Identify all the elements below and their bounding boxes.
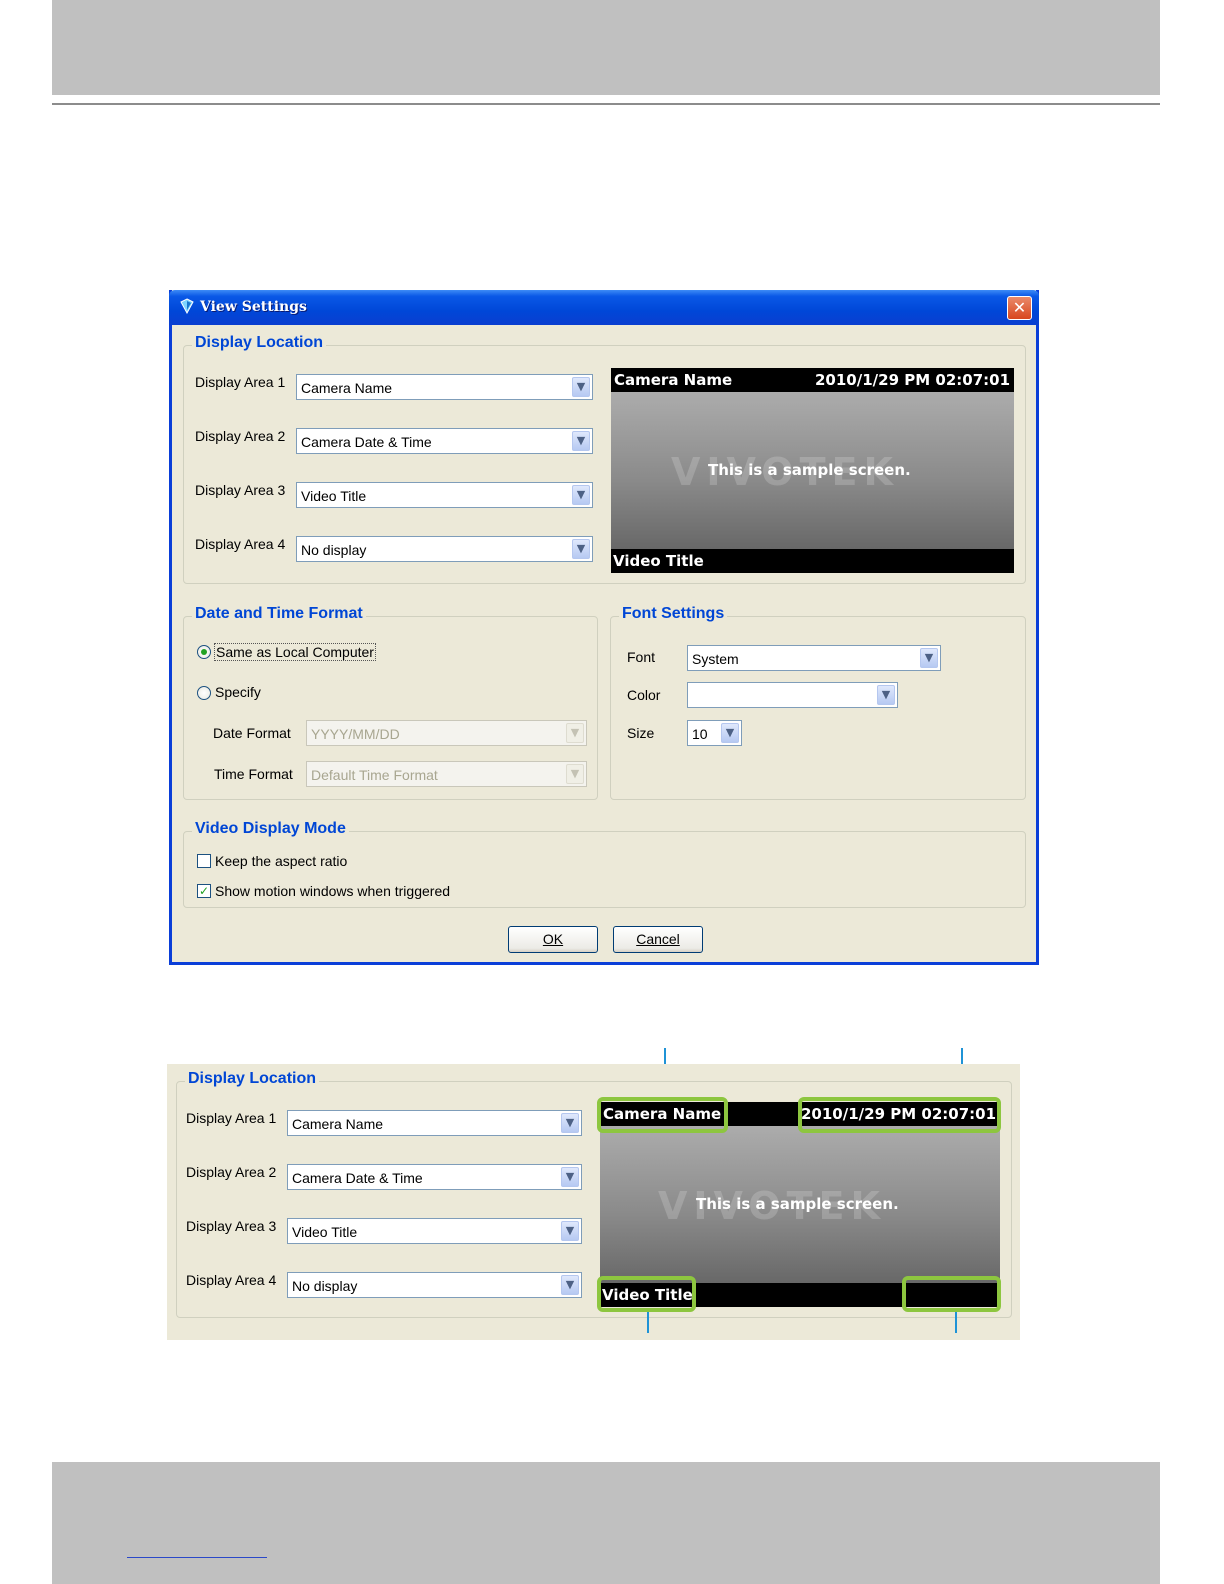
display-area-1-label: Display Area 1 xyxy=(195,374,286,390)
preview-video-title: Video Title xyxy=(613,552,704,570)
close-icon: ✕ xyxy=(1012,298,1027,317)
highlight-area-4 xyxy=(902,1276,1001,1312)
dialog-titlebar[interactable]: View Settings ✕ xyxy=(169,290,1039,325)
footer-link-underline[interactable] xyxy=(127,1557,267,1558)
date-format-label: Date Format xyxy=(213,725,291,741)
detail-display-location-title: Display Location xyxy=(185,1070,320,1088)
chevron-down-icon: ▼ xyxy=(572,431,590,451)
check-icon: ✓ xyxy=(198,884,210,898)
callout-line-area-4 xyxy=(955,1312,957,1333)
chevron-down-icon: ▼ xyxy=(572,377,590,397)
same-as-local-label[interactable]: Same as Local Computer xyxy=(214,643,376,661)
preview-datetime: 2010/1/29 PM 02:07:01 xyxy=(815,371,1010,389)
page-footer-band xyxy=(52,1462,1160,1584)
chevron-down-icon: ▼ xyxy=(572,539,590,559)
display-area-2-select[interactable]: Camera Date & Time ▼ xyxy=(296,428,593,454)
chevron-down-icon: ▼ xyxy=(572,485,590,505)
font-select[interactable]: System ▼ xyxy=(687,645,941,671)
display-area-4-select[interactable]: No display ▼ xyxy=(296,536,593,562)
detail-preview-sample-text: This is a sample screen. xyxy=(696,1195,899,1213)
date-time-format-group: Date and Time Format Same as Local Compu… xyxy=(183,605,598,800)
video-display-mode-group: Video Display Mode Keep the aspect ratio… xyxy=(183,820,1026,908)
color-label: Color xyxy=(627,687,661,703)
keep-aspect-checkbox[interactable] xyxy=(197,854,211,868)
display-area-3-label: Display Area 3 xyxy=(195,482,286,498)
chevron-down-icon: ▼ xyxy=(561,1221,579,1241)
display-area-2-label: Display Area 2 xyxy=(195,428,286,444)
time-format-select[interactable]: Default Time Format ▼ xyxy=(306,761,587,787)
display-location-group: Display Location Display Area 1 Camera N… xyxy=(183,334,1026,584)
cancel-button[interactable]: Cancel xyxy=(613,926,703,953)
chevron-down-icon: ▼ xyxy=(566,764,584,784)
chevron-down-icon: ▼ xyxy=(566,723,584,743)
keep-aspect-label[interactable]: Keep the aspect ratio xyxy=(215,853,347,869)
ok-button[interactable]: OK xyxy=(508,926,598,953)
app-shield-icon xyxy=(180,298,194,314)
detail-area-1-label: Display Area 1 xyxy=(186,1110,277,1126)
chevron-down-icon: ▼ xyxy=(561,1167,579,1187)
date-time-format-title: Date and Time Format xyxy=(192,605,366,623)
font-settings-title: Font Settings xyxy=(619,605,728,623)
detail-area-1-select[interactable]: Camera Name ▼ xyxy=(287,1110,582,1136)
show-motion-checkbox[interactable]: ✓ xyxy=(197,884,211,898)
chevron-down-icon: ▼ xyxy=(877,685,895,705)
detail-area-2-label: Display Area 2 xyxy=(186,1164,277,1180)
specify-label[interactable]: Specify xyxy=(215,684,261,700)
view-settings-dialog: View Settings ✕ Display Location Display… xyxy=(169,290,1039,965)
chevron-down-icon: ▼ xyxy=(561,1275,579,1295)
size-label: Size xyxy=(627,725,655,741)
chevron-down-icon: ▼ xyxy=(561,1113,579,1133)
callout-line-video-title xyxy=(647,1312,649,1333)
size-select[interactable]: 10 ▼ xyxy=(687,720,742,746)
display-location-title: Display Location xyxy=(192,334,327,352)
font-label: Font xyxy=(627,649,656,665)
display-preview: Camera Name 2010/1/29 PM 02:07:01 VIVOTE… xyxy=(611,368,1014,573)
detail-area-4-select[interactable]: No display ▼ xyxy=(287,1272,582,1298)
display-area-4-label: Display Area 4 xyxy=(195,536,286,552)
detail-area-4-label: Display Area 4 xyxy=(186,1272,277,1288)
header-rule xyxy=(52,103,1160,105)
detail-area-2-select[interactable]: Camera Date & Time ▼ xyxy=(287,1164,582,1190)
date-format-select[interactable]: YYYY/MM/DD ▼ xyxy=(306,720,587,746)
display-area-3-select[interactable]: Video Title ▼ xyxy=(296,482,593,508)
display-area-1-select[interactable]: Camera Name ▼ xyxy=(296,374,593,400)
chevron-down-icon: ▼ xyxy=(721,723,739,743)
specify-radio[interactable] xyxy=(197,686,211,700)
highlight-area-2 xyxy=(798,1097,1001,1133)
dialog-title: View Settings xyxy=(200,299,307,315)
same-as-local-radio[interactable] xyxy=(197,645,211,659)
detail-area-3-select[interactable]: Video Title ▼ xyxy=(287,1218,582,1244)
preview-camera-name: Camera Name xyxy=(614,371,733,389)
highlight-area-1 xyxy=(597,1097,728,1133)
close-button[interactable]: ✕ xyxy=(1007,296,1032,320)
display-location-detail-panel: Display Location Display Area 1 Camera N… xyxy=(167,1064,1020,1340)
font-settings-group: Font Settings Font System ▼ Color ▼ Size… xyxy=(610,605,1026,800)
page-header-band xyxy=(52,0,1160,95)
time-format-label: Time Format xyxy=(214,766,293,782)
detail-area-3-label: Display Area 3 xyxy=(186,1218,277,1234)
preview-sample-text: This is a sample screen. xyxy=(708,461,911,479)
color-select[interactable]: ▼ xyxy=(687,682,898,708)
show-motion-label[interactable]: Show motion windows when triggered xyxy=(215,883,450,899)
video-display-mode-title: Video Display Mode xyxy=(192,820,349,838)
chevron-down-icon: ▼ xyxy=(920,648,938,668)
highlight-area-3 xyxy=(597,1276,696,1312)
